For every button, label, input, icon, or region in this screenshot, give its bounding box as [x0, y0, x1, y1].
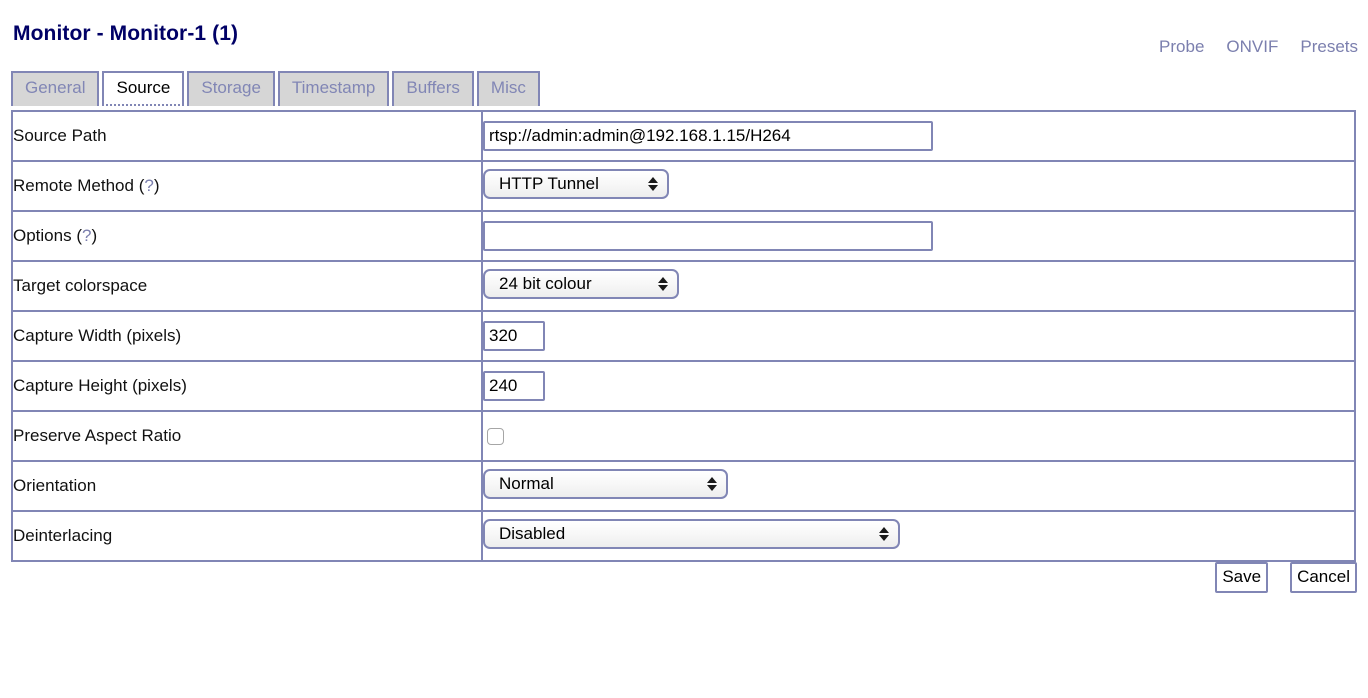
stepper-arrows-icon [706, 471, 717, 497]
presets-link[interactable]: Presets [1300, 37, 1358, 57]
capture-width-cell [481, 310, 1356, 362]
capture-height-cell [481, 360, 1356, 412]
tab-general[interactable]: General [11, 71, 100, 106]
tab-misc[interactable]: Misc [476, 71, 540, 106]
remote-method-label-text: Remote Method [13, 176, 139, 195]
save-button[interactable]: Save [1215, 562, 1269, 593]
help-paren-close: ) [153, 176, 160, 195]
capture-height-input[interactable] [483, 371, 545, 401]
tab-storage[interactable]: Storage [187, 71, 275, 106]
page-title: Monitor - Monitor-1 (1) [13, 22, 239, 45]
target-colorspace-value: 24 bit colour [499, 273, 592, 293]
stepper-arrows-icon [647, 171, 658, 197]
orientation-select[interactable]: Normal [483, 468, 728, 499]
table-row-capture-width: Capture Width (pixels) [11, 310, 1356, 362]
table-row-capture-height: Capture Height (pixels) [11, 360, 1356, 412]
remote-method-cell: HTTP Tunnel [481, 160, 1356, 212]
options-input[interactable] [483, 221, 933, 251]
table-row-target-colorspace: Target colorspace 24 bit colour [11, 260, 1356, 312]
help-question-icon[interactable]: ? [144, 176, 153, 195]
stepper-arrows-icon [878, 521, 889, 547]
onvif-link[interactable]: ONVIF [1226, 37, 1278, 57]
table-row-options: Options (?) [11, 210, 1356, 262]
source-settings-table: Source Path Remote Method (?) HTTP Tunne… [11, 110, 1356, 562]
page-header: Monitor - Monitor-1 (1) Probe ONVIF Pres… [0, 0, 1368, 68]
preserve-aspect-ratio-cell [481, 410, 1356, 462]
capture-width-label: Capture Width (pixels) [11, 310, 483, 362]
stepper-arrows-icon [657, 271, 668, 297]
table-row-remote-method: Remote Method (?) HTTP Tunnel [11, 160, 1356, 212]
remote-method-select[interactable]: HTTP Tunnel [483, 168, 669, 199]
deinterlacing-cell: Disabled [481, 510, 1356, 562]
target-colorspace-label: Target colorspace [11, 260, 483, 312]
orientation-cell: Normal [481, 460, 1356, 512]
tab-timestamp[interactable]: Timestamp [277, 71, 390, 106]
table-row-deinterlacing: Deinterlacing Disabled [11, 510, 1356, 562]
probe-link[interactable]: Probe [1159, 37, 1204, 57]
target-colorspace-select[interactable]: 24 bit colour [483, 268, 679, 299]
footer-buttons: Save Cancel [1215, 562, 1357, 593]
preserve-aspect-ratio-checkbox[interactable] [487, 428, 504, 446]
deinterlacing-select[interactable]: Disabled [483, 518, 900, 549]
orientation-label: Orientation [11, 460, 483, 512]
capture-height-label: Capture Height (pixels) [11, 360, 483, 412]
tab-bar: General Source Storage Timestamp Buffers… [11, 71, 540, 106]
capture-width-input[interactable] [483, 321, 545, 351]
table-row-orientation: Orientation Normal [11, 460, 1356, 512]
tab-buffers[interactable]: Buffers [392, 71, 474, 106]
cancel-button[interactable]: Cancel [1290, 562, 1357, 593]
orientation-value: Normal [499, 473, 554, 493]
table-row-source-path: Source Path [11, 110, 1356, 162]
remote-method-value: HTTP Tunnel [499, 173, 599, 193]
deinterlacing-value: Disabled [499, 523, 566, 543]
options-label: Options (?) [11, 210, 483, 262]
help-paren-close: ) [91, 226, 98, 245]
monitor-source-settings-page: Monitor - Monitor-1 (1) Probe ONVIF Pres… [0, 0, 1368, 698]
preserve-aspect-ratio-label: Preserve Aspect Ratio [11, 410, 483, 462]
tab-source[interactable]: Source [102, 71, 185, 106]
header-links: Probe ONVIF Presets [1159, 37, 1358, 57]
source-path-label: Source Path [11, 110, 483, 162]
source-path-cell [481, 110, 1356, 162]
table-row-preserve-aspect-ratio: Preserve Aspect Ratio [11, 410, 1356, 462]
source-path-input[interactable] [483, 121, 933, 151]
target-colorspace-cell: 24 bit colour [481, 260, 1356, 312]
options-label-text: Options [13, 226, 77, 245]
remote-method-label: Remote Method (?) [11, 160, 483, 212]
deinterlacing-label: Deinterlacing [11, 510, 483, 562]
options-cell [481, 210, 1356, 262]
